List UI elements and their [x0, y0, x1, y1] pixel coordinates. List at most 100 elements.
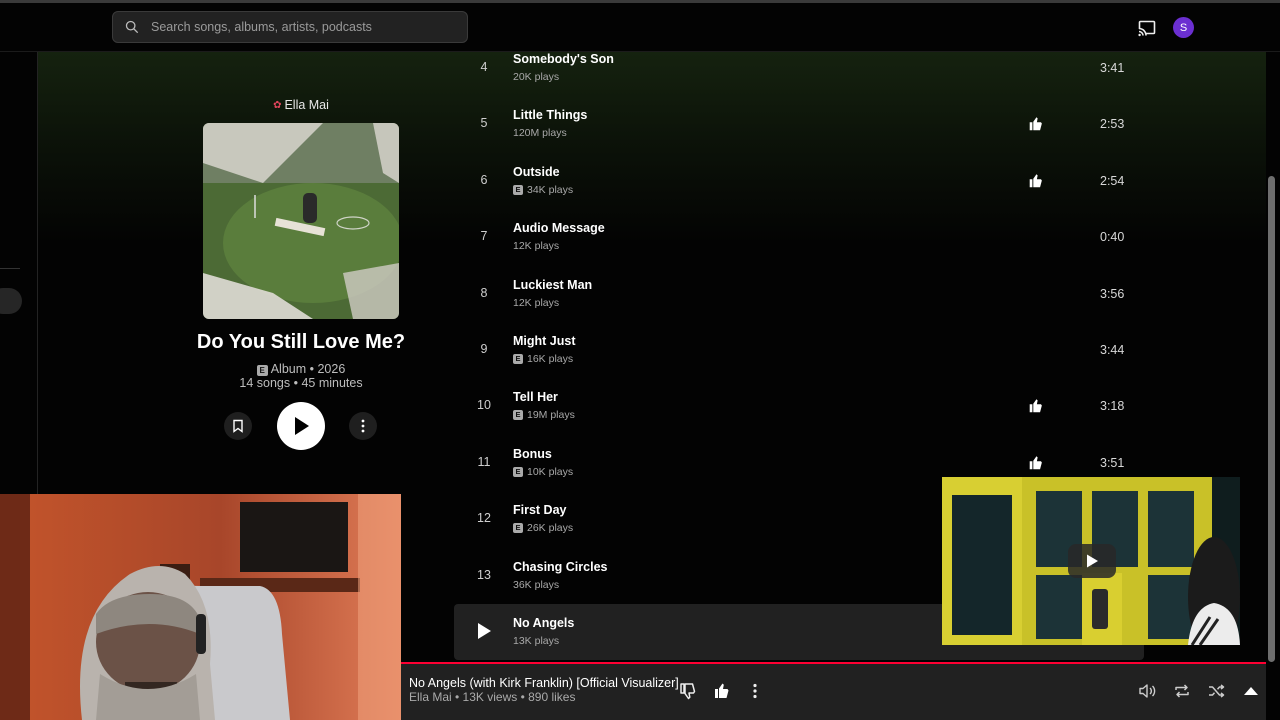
track-plays-count: 19M plays — [527, 409, 575, 422]
cast-icon[interactable] — [1137, 18, 1157, 38]
track-duration: 0:40 — [1100, 230, 1125, 245]
track-title[interactable]: Luckiest Man — [513, 278, 592, 292]
track-title[interactable]: Little Things — [513, 108, 587, 122]
track-plays-count: 12K plays — [513, 296, 560, 309]
track-number: 8 — [480, 285, 488, 300]
track-plays: E 16K plays — [513, 353, 573, 365]
more-icon[interactable] — [745, 681, 765, 701]
album-type-year: Album • 2026 — [270, 362, 346, 376]
track-number: 13 — [477, 567, 491, 582]
more-icon — [361, 419, 365, 433]
track-title[interactable]: Somebody's Son — [513, 52, 614, 66]
thumbs-up-icon[interactable] — [1027, 454, 1045, 472]
track-title[interactable]: No Angels — [513, 616, 574, 630]
track-plays: E 10K plays — [513, 466, 573, 478]
track-duration: 3:51 — [1100, 455, 1125, 470]
repeat-icon[interactable] — [1172, 681, 1192, 701]
track-row[interactable]: 8 Luckiest Man 12K plays 3:56 — [454, 266, 1144, 322]
track-plays: 20K plays — [513, 71, 559, 83]
track-row[interactable]: 5 Little Things 120M plays 2:53 — [454, 96, 1144, 152]
explicit-badge: E — [513, 353, 523, 364]
now-playing-title[interactable]: No Angels (with Kirk Franklin) [Official… — [409, 676, 679, 690]
track-plays-count: 20K plays — [513, 71, 560, 83]
album-cover — [203, 123, 399, 319]
album-actions — [224, 402, 378, 450]
play-icon — [295, 417, 309, 435]
track-title[interactable]: Audio Message — [513, 221, 605, 235]
thumbs-up-icon[interactable] — [1027, 172, 1045, 190]
thumbs-down-icon[interactable] — [678, 681, 698, 701]
track-duration: 2:54 — [1100, 173, 1125, 188]
track-title[interactable]: First Day — [513, 503, 567, 517]
track-row[interactable]: 9 Might Just E 16K plays 3:44 — [454, 322, 1144, 378]
track-plays-count: 10K plays — [527, 465, 574, 478]
save-to-library-button[interactable] — [224, 412, 252, 440]
track-number: 7 — [480, 229, 488, 244]
track-duration: 3:41 — [1100, 61, 1125, 75]
avatar[interactable]: S — [1173, 17, 1194, 38]
track-plays-count: 120M plays — [513, 127, 567, 140]
explicit-badge: E — [513, 410, 523, 421]
track-row[interactable]: 7 Audio Message 12K plays 0:40 — [454, 209, 1144, 265]
track-number: 9 — [480, 341, 488, 356]
track-duration: 3:44 — [1100, 342, 1125, 357]
track-plays: 120M plays — [513, 127, 567, 139]
album-meta: E Album • 2026 14 songs • 45 minutes — [160, 362, 442, 390]
explicit-badge: E — [513, 523, 523, 534]
track-plays-count: 12K plays — [513, 240, 560, 253]
player-bar: No Angels (with Kirk Franklin) [Official… — [401, 664, 1266, 720]
track-plays: 36K plays — [513, 579, 559, 591]
track-row[interactable]: 10 Tell Her E 19M plays 3:18 — [454, 378, 1144, 434]
track-plays: 12K plays — [513, 240, 559, 252]
search-input[interactable] — [151, 20, 441, 34]
play-album-button[interactable] — [277, 402, 325, 450]
now-playing-subtitle[interactable]: Ella Mai • 13K views • 890 likes — [409, 690, 575, 704]
track-duration: 3:18 — [1100, 399, 1125, 414]
track-plays-count: 34K plays — [527, 183, 574, 196]
search-box[interactable] — [112, 11, 468, 43]
explicit-badge: E — [513, 184, 523, 195]
album-title: Do You Still Love Me? — [196, 331, 406, 353]
track-number: 5 — [480, 116, 488, 131]
track-title[interactable]: Tell Her — [513, 390, 558, 404]
thumbs-up-icon[interactable] — [712, 681, 732, 701]
album-length: 14 songs • 45 minutes — [239, 376, 363, 390]
top-bar: S — [0, 0, 1280, 52]
expand-icon[interactable] — [1241, 681, 1261, 701]
side-divider — [0, 268, 20, 269]
track-plays: 13K plays — [513, 635, 559, 647]
track-plays: E 26K plays — [513, 522, 573, 534]
track-duration: 2:53 — [1100, 117, 1125, 132]
track-plays-count: 13K plays — [513, 634, 560, 647]
search-icon — [125, 20, 139, 34]
explicit-badge: E — [513, 466, 523, 477]
track-number: 6 — [480, 172, 488, 187]
thumbs-up-icon[interactable] — [1027, 397, 1045, 415]
play-icon[interactable] — [476, 622, 492, 640]
album-more-button[interactable] — [349, 412, 377, 440]
track-plays-count: 36K plays — [513, 578, 560, 591]
volume-icon[interactable] — [1137, 681, 1157, 701]
album-artist-name[interactable]: Ella Mai — [284, 98, 328, 112]
side-nav-pill[interactable] — [0, 288, 22, 314]
shuffle-icon[interactable] — [1207, 681, 1227, 701]
track-title[interactable]: Chasing Circles — [513, 560, 607, 574]
rose-icon: ✿ — [273, 99, 282, 111]
track-number: 12 — [477, 511, 491, 526]
track-title[interactable]: Might Just — [513, 334, 576, 348]
play-icon — [1087, 554, 1098, 568]
track-number: 4 — [480, 60, 488, 74]
album-info: ✿ Ella Mai Do You Still Love Me? E Album … — [160, 96, 442, 390]
album-artist[interactable]: ✿ Ella Mai — [160, 96, 442, 114]
webcam-overlay — [0, 494, 401, 720]
track-title[interactable]: Bonus — [513, 447, 552, 461]
thumbs-up-icon[interactable] — [1027, 115, 1045, 133]
mini-player-play-button[interactable] — [1068, 544, 1116, 578]
track-plays-count: 26K plays — [527, 522, 574, 535]
track-row[interactable]: 6 Outside E 34K plays 2:54 — [454, 153, 1144, 209]
track-number: 11 — [477, 454, 491, 469]
explicit-badge: E — [256, 365, 268, 376]
track-plays: E 19M plays — [513, 409, 575, 421]
track-title[interactable]: Outside — [513, 165, 560, 179]
scrollbar-thumb[interactable] — [1268, 176, 1275, 662]
